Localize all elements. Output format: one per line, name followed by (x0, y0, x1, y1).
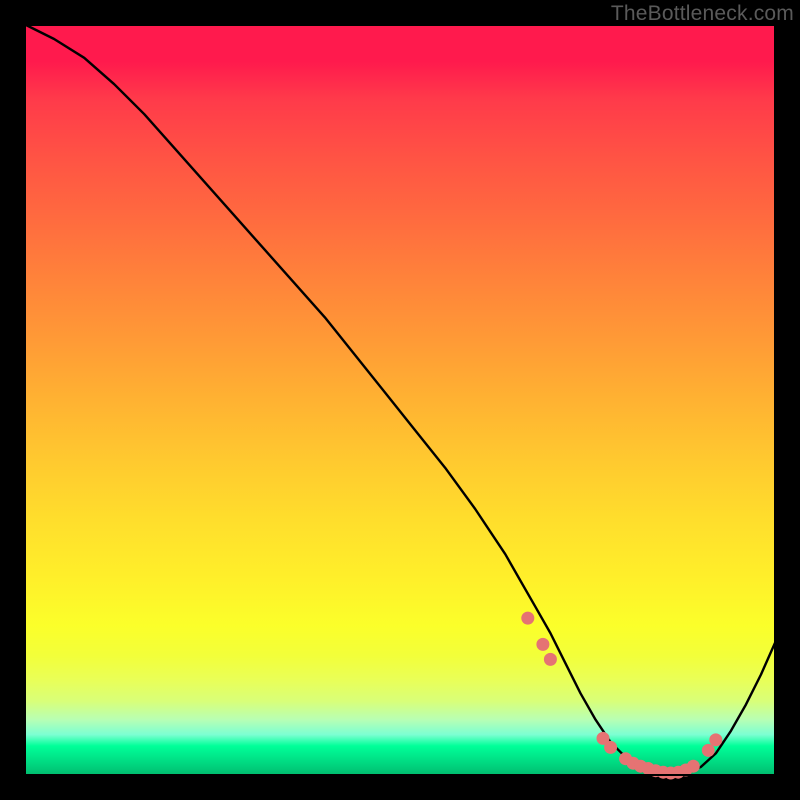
curve-marker (544, 653, 557, 666)
curve-marker (604, 741, 617, 754)
bottleneck-curve (24, 24, 776, 776)
curve-marker (536, 638, 549, 651)
curve-marker (687, 760, 700, 773)
curve-marker (702, 744, 715, 757)
chart-frame (24, 24, 776, 776)
curve-marker (521, 612, 534, 625)
curve-path (24, 24, 776, 774)
watermark-text: TheBottleneck.com (611, 2, 794, 26)
curve-marker (709, 733, 722, 746)
